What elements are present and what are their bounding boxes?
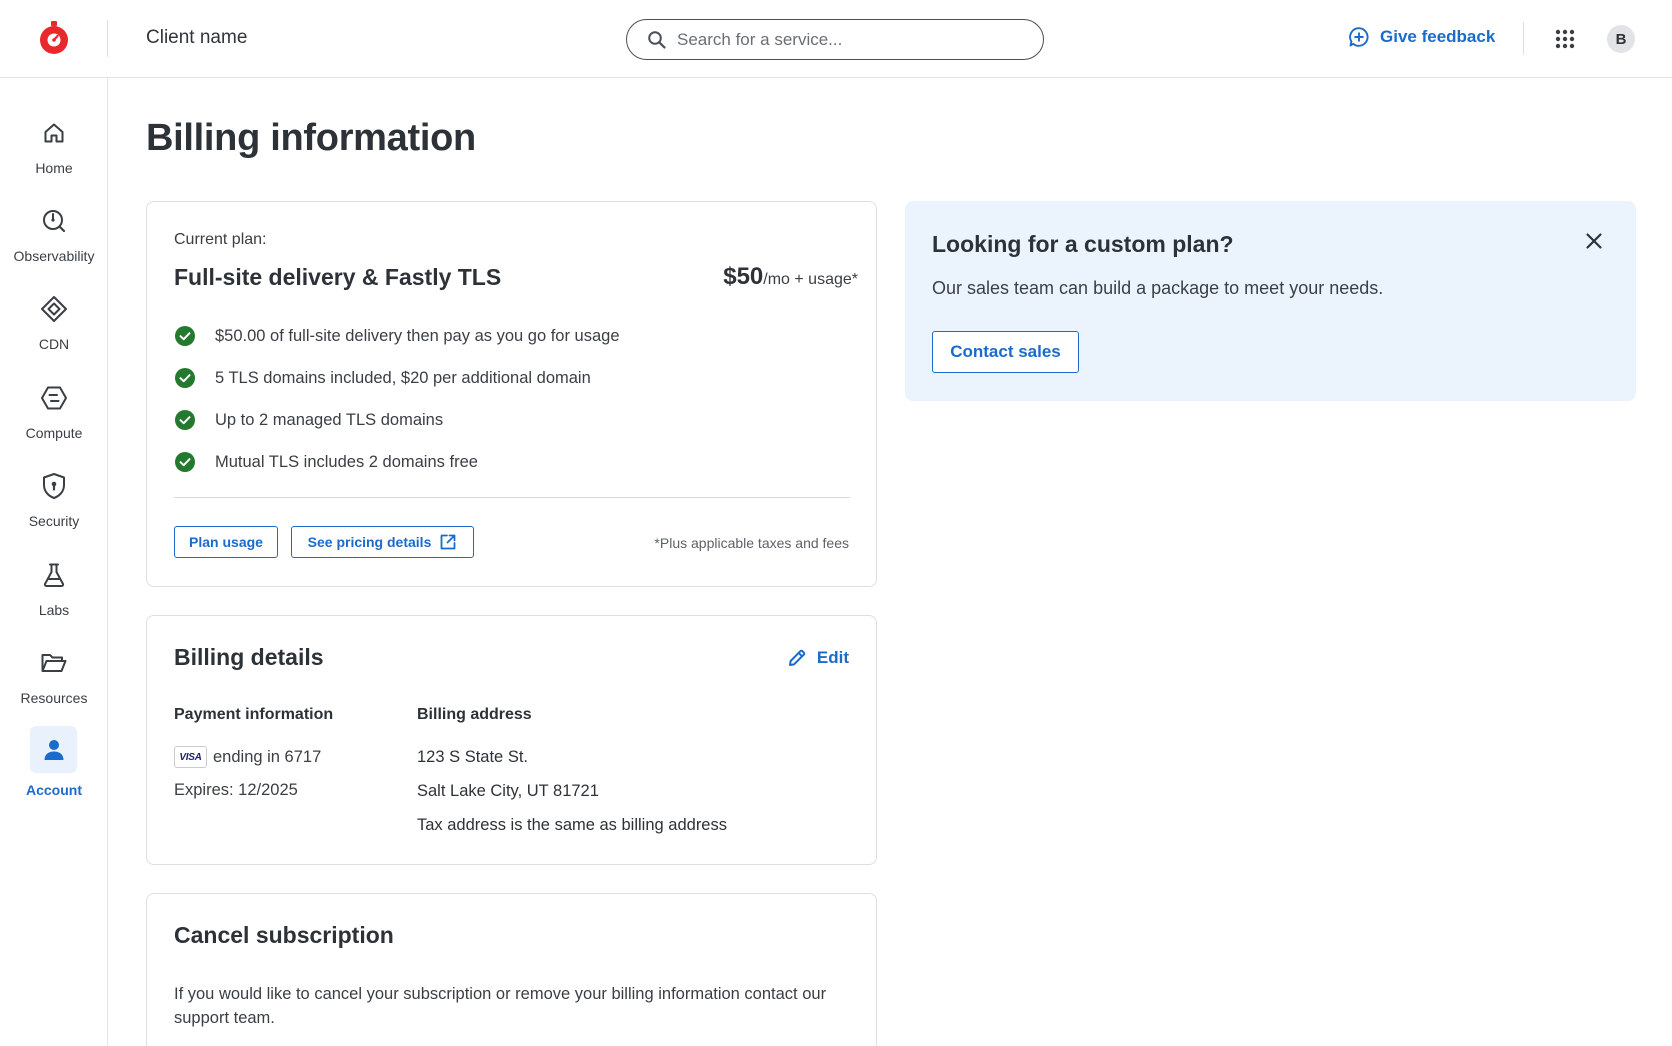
- current-plan-label: Current plan:: [174, 231, 267, 248]
- header-divider: [1523, 22, 1524, 55]
- plan-price: $50/mo + usage*: [723, 263, 858, 291]
- list-item: 5 TLS domains included, $20 per addition…: [174, 357, 620, 399]
- sidebar-item-label: Security: [28, 513, 80, 529]
- billing-address-heading: Billing address: [417, 706, 532, 723]
- cancel-subscription-heading: Cancel subscription: [174, 922, 394, 948]
- billing-details-heading: Billing details: [174, 644, 324, 670]
- taxes-note: *Plus applicable taxes and fees: [654, 535, 849, 551]
- current-plan-card: Current plan: Full-site delivery & Fastl…: [146, 201, 877, 587]
- sidebar-nav: Home Observability CDN Compute Security …: [0, 78, 108, 1046]
- feedback-label: Give feedback: [1380, 27, 1496, 46]
- contact-sales-button[interactable]: Contact sales: [932, 331, 1079, 373]
- sidebar-item-compute[interactable]: Compute: [0, 383, 108, 463]
- close-icon[interactable]: [1584, 231, 1604, 251]
- check-circle-icon: [175, 452, 195, 472]
- card-ending: ending in 6717: [213, 747, 322, 766]
- sidebar-item-home[interactable]: Home: [0, 118, 108, 198]
- sidebar-item-account[interactable]: Account: [0, 726, 108, 808]
- card-expiry: Expires: 12/2025: [174, 781, 298, 799]
- header-divider: [107, 20, 108, 57]
- top-bar: Client name Give feedback B: [0, 0, 1672, 78]
- check-circle-icon: [175, 410, 195, 430]
- feature-text: Up to 2 managed TLS domains: [215, 410, 444, 429]
- sidebar-item-label: Resources: [20, 690, 88, 706]
- sidebar-item-security[interactable]: Security: [0, 471, 108, 551]
- observability-icon: [39, 206, 69, 236]
- pencil-icon: [788, 649, 806, 666]
- cancel-subscription-text: If you would like to cancel your subscri…: [174, 985, 827, 1027]
- list-item: $50.00 of full-site delivery then pay as…: [174, 315, 620, 357]
- custom-plan-banner: Looking for a custom plan? Our sales tea…: [905, 201, 1636, 401]
- visa-card-icon: VISA: [174, 746, 207, 768]
- sidebar-item-label: Labs: [38, 602, 70, 618]
- cdn-icon: [39, 294, 69, 324]
- compute-icon: [39, 383, 69, 413]
- check-circle-icon: [175, 326, 195, 346]
- user-avatar[interactable]: B: [1607, 25, 1635, 53]
- feature-text: $50.00 of full-site delivery then pay as…: [215, 326, 620, 345]
- plan-price-suffix: /mo + usage*: [763, 271, 858, 288]
- plan-name: Full-site delivery & Fastly TLS: [174, 264, 502, 290]
- home-icon: [39, 118, 69, 148]
- search-box[interactable]: [626, 19, 1044, 60]
- edit-label: Edit: [816, 648, 849, 667]
- sidebar-item-label: CDN: [38, 336, 70, 352]
- billing-details-card: Billing details Edit Payment information…: [146, 615, 877, 865]
- payment-card: VISA ending in 6717: [174, 746, 321, 768]
- sidebar-item-label: Observability: [13, 248, 95, 264]
- page-title: Billing information: [146, 117, 476, 159]
- custom-plan-title: Looking for a custom plan?: [932, 231, 1234, 257]
- tax-address-note: Tax address is the same as billing addre…: [417, 816, 727, 834]
- plan-features-list: $50.00 of full-site delivery then pay as…: [174, 315, 620, 483]
- plan-price-amount: $50: [723, 263, 764, 290]
- plan-usage-button[interactable]: Plan usage: [174, 526, 278, 558]
- sidebar-item-label: Account: [26, 782, 82, 798]
- search-icon: [648, 31, 666, 49]
- check-circle-icon: [175, 368, 195, 388]
- search-input[interactable]: [677, 27, 1027, 53]
- labs-flask-icon: [39, 560, 69, 590]
- sidebar-item-labs[interactable]: Labs: [0, 560, 108, 640]
- feature-text: 5 TLS domains included, $20 per addition…: [215, 368, 591, 387]
- fastly-logo-icon[interactable]: [36, 20, 72, 56]
- sidebar-item-resources[interactable]: Resources: [0, 648, 108, 728]
- feature-text: Mutual TLS includes 2 domains free: [215, 452, 478, 471]
- list-item: Mutual TLS includes 2 domains free: [174, 441, 620, 483]
- payment-information-heading: Payment information: [174, 706, 334, 723]
- give-feedback-button[interactable]: Give feedback: [1348, 26, 1495, 48]
- list-item: Up to 2 managed TLS domains: [174, 399, 620, 441]
- cancel-subscription-card: Cancel subscription If you would like to…: [146, 893, 877, 1046]
- sidebar-item-cdn[interactable]: CDN: [0, 294, 108, 374]
- edit-billing-button[interactable]: Edit: [787, 648, 849, 668]
- sidebar-item-label: Compute: [25, 425, 83, 441]
- apps-grid-icon[interactable]: [1555, 29, 1575, 49]
- external-link-icon: [440, 534, 456, 550]
- sidebar-item-label: Home: [35, 160, 73, 176]
- security-icon: [39, 471, 69, 501]
- divider: [174, 497, 850, 498]
- account-icon: [30, 726, 77, 773]
- see-pricing-details-button[interactable]: See pricing details: [291, 526, 474, 558]
- feedback-chat-icon: [1349, 27, 1369, 47]
- pricing-button-label: See pricing details: [307, 534, 432, 550]
- folder-icon: [39, 648, 69, 678]
- client-name[interactable]: Client name: [146, 27, 247, 49]
- address-line-2: Salt Lake City, UT 81721: [417, 782, 599, 800]
- sidebar-item-observability[interactable]: Observability: [0, 206, 108, 286]
- custom-plan-text: Our sales team can build a package to me…: [932, 278, 1384, 298]
- address-line-1: 123 S State St.: [417, 748, 528, 766]
